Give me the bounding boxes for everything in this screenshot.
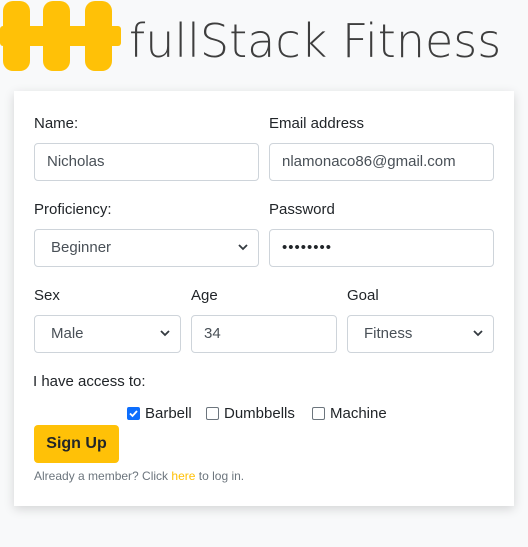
email-label: Email address [269, 115, 365, 132]
chevron-down-icon [238, 244, 248, 251]
access-label: I have access to: [33, 373, 146, 390]
dumbbells-label: Dumbbells [224, 405, 295, 422]
password-label: Password [269, 201, 335, 218]
password-input[interactable]: •••••••• [269, 229, 494, 267]
dumbbell-icon [0, 1, 121, 71]
chevron-down-icon [473, 330, 483, 337]
signup-card: Name: Email address Nicholas nlamonaco86… [14, 91, 514, 506]
checkbox-checked-icon[interactable] [127, 407, 140, 420]
barbell-checkbox[interactable]: Barbell [127, 405, 192, 422]
goal-value: Fitness [364, 325, 413, 342]
sex-select[interactable]: Male [34, 315, 181, 353]
dumbbells-checkbox[interactable]: Dumbbells [206, 405, 295, 422]
proficiency-select[interactable]: Beginner [34, 229, 259, 267]
login-prompt-prefix: Already a member? Click [34, 469, 172, 483]
chevron-down-icon [160, 330, 170, 337]
name-label: Name: [34, 115, 79, 132]
proficiency-value: Beginner [51, 239, 112, 256]
barbell-label: Barbell [145, 405, 192, 422]
sex-value: Male [51, 325, 84, 342]
login-prompt-suffix: to log in. [195, 469, 245, 483]
checkbox-unchecked-icon[interactable] [312, 407, 325, 420]
proficiency-label: Proficiency: [34, 201, 112, 218]
name-input[interactable]: Nicholas [34, 143, 259, 181]
login-prompt: Already a member? Click here to log in. [34, 469, 244, 483]
brand-title: fullStack Fitness [129, 14, 502, 68]
email-input[interactable]: nlamonaco86@gmail.com [269, 143, 494, 181]
sign-up-button[interactable]: Sign Up [34, 425, 119, 463]
checkbox-unchecked-icon[interactable] [206, 407, 219, 420]
machine-label: Machine [330, 405, 387, 422]
goal-select[interactable]: Fitness [347, 315, 494, 353]
sex-label: Sex [34, 287, 60, 304]
goal-label: Goal [347, 287, 379, 304]
age-input[interactable]: 34 [191, 315, 337, 353]
header: fullStack Fitness [0, 0, 528, 86]
age-label: Age [191, 287, 218, 304]
machine-checkbox[interactable]: Machine [312, 405, 387, 422]
login-link[interactable]: here [171, 469, 195, 483]
